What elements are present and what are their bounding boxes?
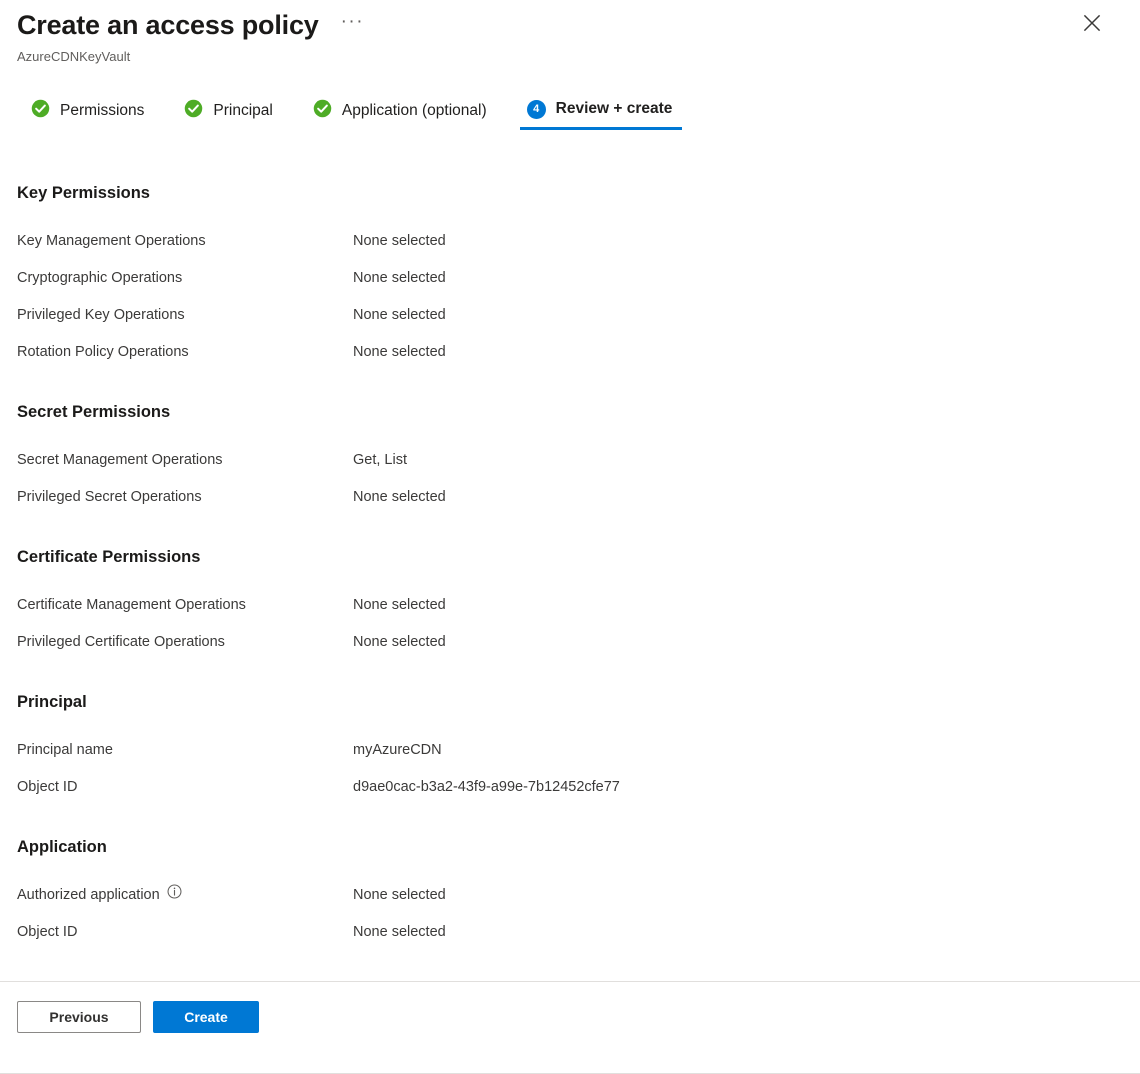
- review-row-label-wrap: Cryptographic Operations: [17, 268, 353, 288]
- blade-subtitle: AzureCDNKeyVault: [17, 49, 131, 64]
- create-access-policy-blade: Create an access policy ··· AzureCDNKeyV…: [0, 0, 1140, 1074]
- review-row-value: None selected: [353, 886, 446, 903]
- review-row-label: Cryptographic Operations: [17, 269, 183, 286]
- review-row: Key Management Operations None selected: [17, 222, 1140, 259]
- review-row-label: Privileged Secret Operations: [17, 488, 202, 505]
- section-application: Application Authorized application None se…: [17, 836, 1140, 950]
- close-button[interactable]: [1077, 8, 1107, 38]
- create-button[interactable]: Create: [153, 1001, 259, 1033]
- section-secret-permissions: Secret Permissions Secret Management Oper…: [17, 401, 1140, 515]
- review-row: Privileged Key Operations None selected: [17, 296, 1140, 333]
- review-row-value: Get, List: [353, 451, 407, 468]
- review-row-label-wrap: Rotation Policy Operations: [17, 342, 353, 362]
- review-row-value: None selected: [353, 269, 446, 286]
- review-row: Object ID None selected: [17, 913, 1140, 950]
- section-principal: Principal Principal name myAzureCDN Object …: [17, 691, 1140, 805]
- section-certificate-permissions: Certificate Permissions Certificate Manag…: [17, 546, 1140, 660]
- wizard-tabs: Permissions Principal Application (optiona…: [20, 95, 1140, 134]
- review-row-label: Key Management Operations: [17, 232, 206, 249]
- review-row-label-wrap: Authorized application: [17, 884, 353, 905]
- review-row-value: None selected: [353, 633, 446, 650]
- section-heading: Certificate Permissions: [17, 548, 201, 566]
- review-row: Secret Management Operations Get, List: [17, 441, 1140, 478]
- review-row-label-wrap: Privileged Secret Operations: [17, 487, 353, 507]
- review-row-label-wrap: Object ID: [17, 777, 353, 797]
- info-icon[interactable]: [167, 884, 182, 905]
- review-row-label: Object ID: [17, 778, 78, 795]
- tab-label: Review + create: [555, 100, 673, 117]
- review-row: Privileged Secret Operations None selecte…: [17, 478, 1140, 515]
- review-row: Privileged Certificate Operations None se…: [17, 623, 1140, 660]
- review-row-label: Certificate Management Operations: [17, 596, 246, 613]
- review-row-label: Privileged Key Operations: [17, 306, 185, 323]
- section-heading: Principal: [17, 693, 87, 711]
- review-row-label-wrap: Key Management Operations: [17, 231, 353, 251]
- review-row: Rotation Policy Operations None selected: [17, 333, 1140, 370]
- step-number-badge: 4: [526, 99, 546, 119]
- check-circle-icon: [31, 99, 50, 123]
- review-row-value: None selected: [353, 306, 446, 323]
- review-row-value: myAzureCDN: [353, 741, 442, 758]
- review-row-label-wrap: Privileged Certificate Operations: [17, 632, 353, 652]
- review-row: Cryptographic Operations None selected: [17, 259, 1140, 296]
- check-circle-icon: [184, 99, 203, 123]
- review-row-value: None selected: [353, 343, 446, 360]
- review-row-value: None selected: [353, 488, 446, 505]
- tab-label: Application (optional): [341, 102, 487, 119]
- section-heading: Key Permissions: [17, 184, 150, 202]
- review-row-label: Privileged Certificate Operations: [17, 633, 225, 650]
- review-row: Principal name myAzureCDN: [17, 731, 1140, 768]
- review-row-label: Principal name: [17, 741, 113, 758]
- review-content: Key Permissions Key Management Operations…: [0, 134, 1140, 981]
- review-row-label: Secret Management Operations: [17, 451, 223, 468]
- title-row: Create an access policy ···: [17, 8, 1140, 42]
- tab-application-optional[interactable]: Application (optional): [302, 95, 501, 134]
- review-row: Object ID d9ae0cac-b3a2-43f9-a99e-7b12452…: [17, 768, 1140, 805]
- page-title: Create an access policy: [17, 10, 319, 40]
- previous-button[interactable]: Previous: [17, 1001, 141, 1033]
- section-key-permissions: Key Permissions Key Management Operations…: [17, 182, 1140, 370]
- review-row-label-wrap: Privileged Key Operations: [17, 305, 353, 325]
- review-row: Authorized application None selected: [17, 876, 1140, 913]
- review-row-value: None selected: [353, 923, 446, 940]
- review-row-label: Authorized application: [17, 886, 160, 903]
- review-row-label: Object ID: [17, 923, 78, 940]
- tab-label: Permissions: [60, 102, 145, 119]
- review-row-value: d9ae0cac-b3a2-43f9-a99e-7b12452cfe77: [353, 778, 620, 795]
- review-row: Certificate Management Operations None se…: [17, 586, 1140, 623]
- review-row-label-wrap: Certificate Management Operations: [17, 595, 353, 615]
- review-row-label: Rotation Policy Operations: [17, 343, 189, 360]
- ellipsis-icon[interactable]: ···: [337, 10, 368, 40]
- close-icon: [1083, 14, 1101, 32]
- blade-footer: Previous Create: [0, 981, 1140, 1074]
- tab-principal[interactable]: Principal: [173, 95, 286, 134]
- review-row-label-wrap: Secret Management Operations: [17, 450, 353, 470]
- blade-header: Create an access policy ··· AzureCDNKeyV…: [0, 0, 1140, 65]
- tab-review-create[interactable]: 4 Review + create: [516, 95, 687, 130]
- review-row-label-wrap: Principal name: [17, 740, 353, 760]
- check-circle-icon: [313, 99, 332, 123]
- tab-permissions[interactable]: Permissions: [20, 95, 158, 134]
- review-row-label-wrap: Object ID: [17, 922, 353, 942]
- review-row-value: None selected: [353, 596, 446, 613]
- section-heading: Application: [17, 838, 107, 856]
- tab-label: Principal: [213, 102, 273, 119]
- review-row-value: None selected: [353, 232, 446, 249]
- section-heading: Secret Permissions: [17, 403, 171, 421]
